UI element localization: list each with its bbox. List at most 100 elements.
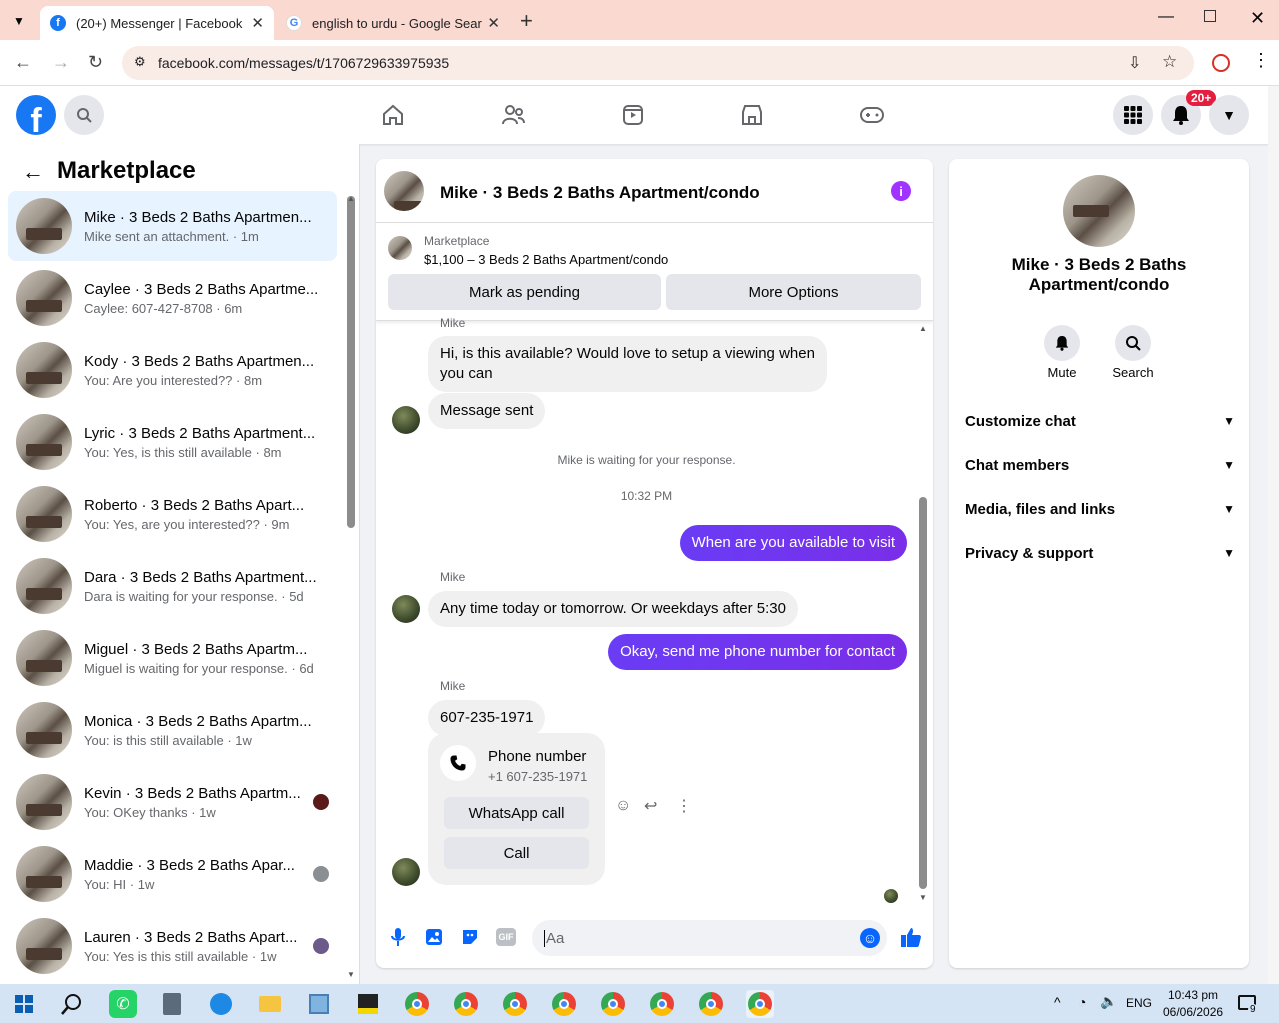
taskbar-search-icon[interactable] <box>58 990 86 1018</box>
page-scrollbar[interactable] <box>1268 86 1279 984</box>
message-bubble[interactable]: Hi, is this available? Would love to set… <box>428 336 827 392</box>
menu-grid-icon[interactable] <box>1113 95 1153 135</box>
conversation-item[interactable]: Caylee · 3 Beds 2 Baths Apartme... Caylee… <box>8 263 337 333</box>
mute-bell-icon[interactable] <box>1044 325 1080 361</box>
emoji-icon[interactable]: ☺ <box>860 928 880 948</box>
more-actions-icon[interactable]: ⋮ <box>676 796 692 816</box>
chat-header-avatar[interactable] <box>384 171 424 211</box>
my-message-bubble[interactable]: Okay, send me phone number for contact <box>608 634 907 670</box>
chat-title[interactable]: Mike · 3 Beds 2 Baths Apartment/condo <box>440 183 760 203</box>
photo-icon[interactable] <box>425 928 443 951</box>
scroll-down-arrow-icon[interactable]: ▼ <box>919 893 927 902</box>
marketplace-icon[interactable] <box>737 100 767 130</box>
contact-avatar[interactable] <box>1063 175 1135 247</box>
sticky-notes-icon[interactable] <box>354 990 382 1018</box>
listing-detail[interactable]: $1,100 – 3 Beds 2 Baths Apartment/condo <box>424 252 668 267</box>
restore-button[interactable] <box>1204 10 1216 22</box>
sender-avatar[interactable] <box>392 406 420 434</box>
chrome-profile-icon[interactable] <box>452 990 480 1018</box>
close-tab-icon[interactable]: ✕ <box>251 14 264 32</box>
conversation-item[interactable]: Kevin · 3 Beds 2 Baths Apartm... You: OKe… <box>8 767 337 837</box>
sidebar-scrollbar[interactable] <box>347 196 355 528</box>
my-message-bubble[interactable]: When are you available to visit <box>679 525 907 561</box>
volume-icon[interactable]: 🔈 <box>1100 993 1117 1010</box>
calculator-icon[interactable] <box>158 990 186 1018</box>
account-dropdown-icon[interactable]: ▼ <box>1209 95 1249 135</box>
photos-app-icon[interactable] <box>305 990 333 1018</box>
chrome-profile-icon[interactable] <box>599 990 627 1018</box>
chrome-profile-icon[interactable] <box>648 990 676 1018</box>
conversation-item[interactable]: Miguel · 3 Beds 2 Baths Apartm... Miguel … <box>8 623 337 693</box>
search-conversation-icon[interactable] <box>1115 325 1151 361</box>
thumbs-up-icon[interactable] <box>900 926 922 953</box>
info-icon[interactable]: i <box>891 181 911 201</box>
clock-date[interactable]: 06/06/2026 <box>1163 1005 1223 1019</box>
chrome-profile-icon[interactable] <box>697 990 725 1018</box>
chrome-profile-icon[interactable] <box>501 990 529 1018</box>
chrome-profile-icon-active[interactable] <box>746 990 774 1018</box>
sender-avatar[interactable] <box>392 595 420 623</box>
conversation-item[interactable]: Lyric · 3 Beds 2 Baths Apartment... You: … <box>8 407 337 477</box>
forward-icon[interactable]: → <box>52 52 70 73</box>
whatsapp-call-button[interactable]: WhatsApp call <box>444 797 589 829</box>
network-icon[interactable]: ◔ <box>1078 994 1086 1010</box>
home-icon[interactable] <box>378 100 408 130</box>
scroll-up-arrow-icon[interactable]: ▲ <box>919 324 927 333</box>
site-info-icon[interactable]: ⚙ <box>134 54 146 70</box>
bookmark-star-icon[interactable]: ☆ <box>1162 52 1177 72</box>
message-bubble[interactable]: Any time today or tomorrow. Or weekdays … <box>428 591 798 627</box>
chrome-icon[interactable] <box>403 990 431 1018</box>
sticker-icon[interactable] <box>461 928 479 951</box>
facebook-logo[interactable]: f <box>16 95 56 135</box>
tray-overflow-icon[interactable]: ^ <box>1054 994 1061 1010</box>
whatsapp-icon[interactable]: ✆ <box>109 990 137 1018</box>
video-icon[interactable] <box>618 100 648 130</box>
browser-menu-icon[interactable]: ⋮ <box>1252 50 1270 71</box>
new-tab-button[interactable]: + <box>520 8 533 34</box>
windows-start-icon[interactable] <box>10 990 38 1018</box>
message-input[interactable]: Aa ☺ <box>532 920 887 956</box>
remote-desktop-icon[interactable] <box>207 990 235 1018</box>
gif-icon[interactable]: GIF <box>496 928 516 946</box>
chat-members-row[interactable]: Chat members ▼ <box>965 453 1235 477</box>
search-icon[interactable] <box>64 95 104 135</box>
friends-icon[interactable] <box>498 100 528 130</box>
tab-search-dropdown-icon[interactable]: ▼ <box>8 10 30 32</box>
customize-chat-row[interactable]: Customize chat ▼ <box>965 409 1235 433</box>
chat-scrollbar[interactable] <box>919 497 927 889</box>
listing-thumbnail[interactable] <box>388 236 412 260</box>
call-button[interactable]: Call <box>444 837 589 869</box>
conversation-item[interactable]: Dara · 3 Beds 2 Baths Apartment... Dara i… <box>8 551 337 621</box>
address-bar[interactable]: ⚙ facebook.com/messages/t/17067296339759… <box>122 46 1194 80</box>
media-files-links-row[interactable]: Media, files and links ▼ <box>965 497 1235 521</box>
clock-time[interactable]: 10:43 pm <box>1168 988 1218 1002</box>
conversation-item[interactable]: Kody · 3 Beds 2 Baths Apartmen... You: Ar… <box>8 335 337 405</box>
privacy-support-row[interactable]: Privacy & support ▼ <box>965 541 1235 565</box>
back-arrow-icon[interactable]: ← <box>22 159 44 185</box>
install-icon[interactable]: ⇩ <box>1128 53 1141 73</box>
phone-number-card[interactable]: Phone number +1 607-235-1971 WhatsApp ca… <box>428 733 605 885</box>
conversation-item[interactable]: Maddie · 3 Beds 2 Baths Apar... You: HI ·… <box>8 839 337 909</box>
language-indicator[interactable]: ENG <box>1126 996 1152 1010</box>
close-window-button[interactable]: ✕ <box>1250 8 1265 29</box>
reply-icon[interactable]: ↩ <box>644 796 657 816</box>
conversation-item[interactable]: Monica · 3 Beds 2 Baths Apartm... You: is… <box>8 695 337 765</box>
scroll-up-arrow-icon[interactable]: ▲ <box>347 194 355 203</box>
react-emoji-icon[interactable]: ☺ <box>615 797 631 815</box>
chrome-profile-icon[interactable] <box>550 990 578 1018</box>
mark-as-pending-button[interactable]: Mark as pending <box>388 274 661 310</box>
file-explorer-icon[interactable] <box>256 990 284 1018</box>
profile-icon[interactable] <box>1212 54 1230 72</box>
gaming-icon[interactable] <box>857 100 887 130</box>
tab-google-search[interactable]: G english to urdu - Google Search ✕ <box>276 6 510 40</box>
back-icon[interactable]: ← <box>14 52 32 73</box>
reload-icon[interactable]: ↻ <box>88 52 103 73</box>
conversation-item[interactable]: Roberto · 3 Beds 2 Baths Apart... You: Ye… <box>8 479 337 549</box>
conversation-item[interactable]: Lauren · 3 Beds 2 Baths Apart... You: Yes… <box>8 911 337 981</box>
close-tab-icon[interactable]: ✕ <box>487 14 500 32</box>
sender-avatar[interactable] <box>392 858 420 886</box>
message-bubble[interactable]: Message sent <box>428 393 546 429</box>
more-options-button[interactable]: More Options <box>666 274 921 310</box>
conversation-item[interactable]: Mike · 3 Beds 2 Baths Apartmen... Mike se… <box>8 191 337 261</box>
scroll-down-arrow-icon[interactable]: ▼ <box>347 970 355 979</box>
